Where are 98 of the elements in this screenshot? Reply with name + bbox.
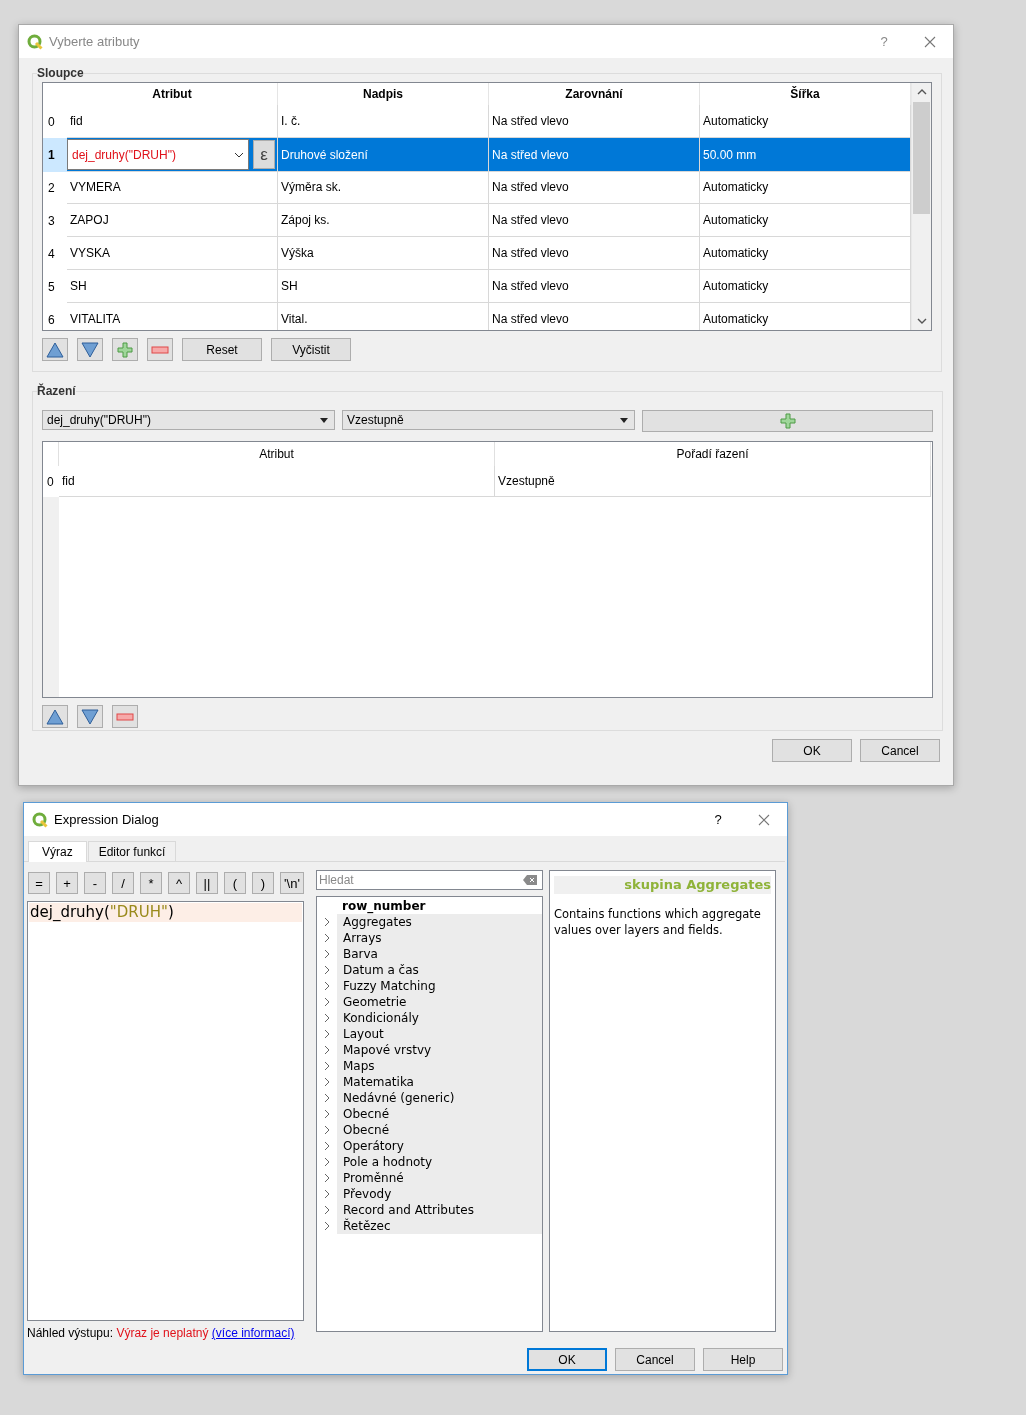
clear-icon: [523, 875, 537, 885]
reset-button[interactable]: Reset: [182, 338, 262, 361]
minus-icon: [151, 345, 169, 354]
help-text: Contains functions which aggregate values over layers and fields.: [554, 906, 762, 938]
output-preview: Náhled výstupu: Výraz je neplatný (více informací): [27, 1326, 296, 1340]
operator-button[interactable]: -: [84, 872, 106, 894]
attribute-dropdown[interactable]: dej_druhy("DRUH"): [67, 139, 249, 170]
table-cell: Vzestupně: [495, 466, 931, 497]
more-info-link[interactable]: (více informací): [211, 1326, 295, 1340]
row-header: 5: [47, 278, 56, 296]
expression-editor[interactable]: dej_druhy("DRUH"): [27, 901, 304, 1321]
table-cell: VYSKA: [67, 237, 278, 270]
help-title: skupina Aggregates: [554, 876, 771, 894]
table-cell: Na střed vlevo: [489, 138, 700, 172]
table-cell: Na střed vlevo: [489, 171, 700, 204]
row-header: 0: [47, 113, 56, 131]
clear-button[interactable]: Vyčistit: [271, 338, 351, 361]
operator-button[interactable]: ||: [196, 872, 218, 894]
table-cell: SH: [278, 270, 489, 303]
remove-button[interactable]: [112, 705, 138, 728]
table-cell: 50.00 mm: [700, 138, 911, 172]
up-triangle-icon: [46, 708, 64, 725]
table-cell: Na střed vlevo: [489, 237, 700, 270]
table-cell: VITALITA: [67, 303, 278, 330]
down-triangle-icon: [81, 708, 99, 725]
ok-button[interactable]: OK: [772, 739, 852, 762]
order-dropdown[interactable]: Vzestupně: [342, 410, 635, 430]
operator-button[interactable]: /: [112, 872, 134, 894]
window-title: Vyberte atributy: [49, 34, 141, 49]
tab[interactable]: Výraz: [28, 841, 87, 862]
group-title: Řazení: [37, 384, 76, 398]
column-header: Zarovnání: [489, 83, 700, 105]
move-down-button[interactable]: [77, 705, 103, 728]
operator-button[interactable]: +: [56, 872, 78, 894]
dialog-button[interactable]: Cancel: [615, 1348, 695, 1371]
app-logo-icon: [27, 33, 43, 50]
row-header: 6: [47, 311, 56, 329]
remove-button[interactable]: [147, 338, 173, 361]
search-field[interactable]: Hledat: [316, 870, 543, 890]
down-triangle-icon: [81, 341, 99, 358]
move-down-button[interactable]: [77, 338, 103, 361]
table-cell: Vital.: [278, 303, 489, 330]
table-cell: ZAPOJ: [67, 204, 278, 237]
chevron-down-icon: [234, 151, 244, 158]
table-cell: fid: [59, 466, 495, 497]
help-button[interactable]: ?: [861, 33, 907, 50]
close-icon: [924, 35, 936, 48]
caret-icon: [320, 417, 328, 423]
move-up-button[interactable]: [42, 705, 68, 728]
row-header: 4: [47, 245, 56, 263]
table-row[interactable]: 1 dej_druhy("DRUH") ε Druhové složení Na střed vlevo 50.00 mm: [43, 138, 911, 171]
help-button[interactable]: ?: [695, 811, 741, 828]
table-cell: VYMERA: [67, 171, 278, 204]
row-header: 3: [47, 212, 56, 230]
operator-button[interactable]: ^: [168, 872, 190, 894]
table-cell: Výška: [278, 237, 489, 270]
move-up-button[interactable]: [42, 338, 68, 361]
plus-icon: [779, 413, 796, 429]
operator-button[interactable]: '\n': [280, 872, 304, 894]
add-button[interactable]: [642, 410, 933, 432]
dialog-button[interactable]: OK: [527, 1348, 607, 1371]
cancel-button[interactable]: Cancel: [860, 739, 940, 762]
operator-button[interactable]: =: [28, 872, 50, 894]
attribute-dropdown[interactable]: dej_druhy("DRUH"): [42, 410, 335, 430]
plus-icon: [117, 341, 133, 358]
operator-button[interactable]: *: [140, 872, 162, 894]
expression-button[interactable]: ε: [253, 140, 275, 169]
up-triangle-icon: [46, 341, 64, 358]
table-row[interactable]: 4 VYSKA Výška Na střed vlevo Automaticky: [43, 237, 911, 270]
caret-icon: [620, 417, 628, 423]
function-item[interactable]: row_number: [317, 898, 542, 914]
app-logo-icon: [32, 811, 48, 828]
table-cell: Na střed vlevo: [489, 204, 700, 237]
scrollbar[interactable]: [911, 83, 931, 330]
column-header: Atribut: [67, 83, 278, 105]
add-button[interactable]: [112, 338, 138, 361]
table-cell: Výměra sk.: [278, 171, 489, 204]
row-header: 1: [43, 138, 67, 172]
group-title: Sloupce: [37, 66, 84, 80]
window-title: Expression Dialog: [54, 812, 160, 827]
column-header: Pořadí řazení: [495, 442, 931, 466]
table-cell: Na střed vlevo: [489, 303, 700, 330]
column-header: Nadpis: [278, 83, 489, 105]
operator-button[interactable]: ): [252, 872, 274, 894]
table-cell: SH: [67, 270, 278, 303]
table-cell: Druhové složení: [278, 138, 489, 172]
dialog-button[interactable]: Help: [703, 1348, 783, 1371]
table-cell: Zápoj ks.: [278, 204, 489, 237]
table-row[interactable]: 2 VYMERA Výměra sk. Na střed vlevo Automaticky: [43, 171, 911, 204]
column-header: Atribut: [59, 442, 495, 466]
table-row[interactable]: 3 ZAPOJ Zápoj ks. Na střed vlevo Automaticky: [43, 204, 911, 237]
tab[interactable]: Editor funkcí: [87, 841, 177, 861]
close-icon: [758, 813, 770, 826]
table-cell: Na střed vlevo: [489, 270, 700, 303]
table-row[interactable]: 5 SH SH Na střed vlevo Automaticky: [43, 270, 911, 303]
row-header: 2: [47, 179, 56, 197]
operator-button[interactable]: (: [224, 872, 246, 894]
minus-icon: [116, 712, 134, 721]
